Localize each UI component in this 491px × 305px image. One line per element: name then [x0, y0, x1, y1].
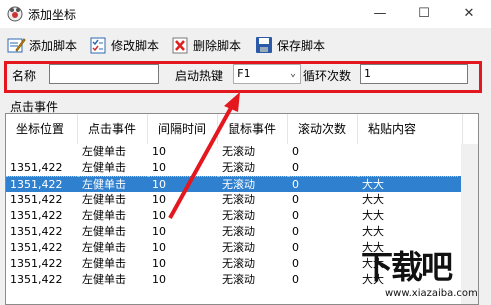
delete-icon	[172, 37, 188, 54]
watermark-url: www.xiazaiba.com	[385, 288, 478, 299]
table-cell: 1351,422	[10, 257, 63, 270]
table-cell: 10	[152, 145, 166, 158]
table-cell: 无滚动	[222, 273, 255, 286]
app-icon	[7, 6, 23, 22]
checklist-icon	[90, 37, 106, 54]
table-cell: 10	[152, 257, 166, 270]
table-cell: 10	[152, 161, 166, 174]
maximize-button[interactable]: ☐	[402, 0, 446, 28]
table-cell: 0	[292, 161, 299, 174]
table-cell: 1351,422	[10, 225, 63, 238]
watermark-brand: 下载吧	[361, 248, 453, 286]
table-row[interactable]: 1351,422 左健单击 10 无滚动 0 大大	[6, 192, 478, 208]
close-button[interactable]: ✕	[447, 0, 491, 28]
table-cell: 无滚动	[222, 225, 255, 238]
window-title: 添加坐标	[28, 8, 77, 22]
table-cell: 0	[292, 225, 299, 238]
table-cell: 左健单击	[82, 161, 126, 174]
table-cell: 10	[152, 273, 166, 286]
table-cell: 左健单击	[82, 193, 126, 206]
table-cell: 无滚动	[222, 161, 255, 174]
minimize-button[interactable]: —	[358, 0, 402, 28]
table-cell: 无滚动	[222, 209, 255, 222]
highlight-box	[4, 61, 482, 93]
table-cell: 大大	[362, 193, 384, 206]
table-cell	[358, 160, 458, 176]
table-cell: 0	[292, 145, 299, 158]
column-header[interactable]: 鼠标事件	[218, 114, 288, 144]
table-cell: 无滚动	[222, 241, 255, 254]
table-cell: 大大	[362, 225, 384, 238]
table-cell: 10	[152, 225, 166, 238]
table-cell: 1351,422	[10, 209, 63, 222]
table-row[interactable]: 1351,422 左健单击 10 无滚动 0 大大	[6, 208, 478, 224]
table-cell: 1351,422	[6, 176, 78, 192]
watermark-logo: 下载吧 www.xiazaiba.com	[355, 240, 491, 305]
table-cell: 左健单击	[78, 176, 148, 192]
table-cell: 0	[292, 193, 299, 206]
table-cell: 左健单击	[82, 225, 126, 238]
table-cell: 0	[292, 241, 299, 254]
table-cell: 10	[152, 193, 166, 206]
table-cell: 10	[152, 241, 166, 254]
table-cell: 左健单击	[82, 257, 126, 270]
table-cell: 左健单击	[82, 273, 126, 286]
table-cell: 大大	[358, 176, 458, 192]
column-header[interactable]: 点击事件	[78, 114, 148, 144]
save-script-button[interactable]: 保存脚本	[254, 34, 325, 56]
table-cell: 10	[152, 209, 166, 222]
table-cell: 1351,422	[10, 161, 63, 174]
table-cell: 无滚动	[222, 257, 255, 270]
add-script-button[interactable]: 添加脚本	[6, 34, 77, 56]
table-cell	[358, 144, 458, 160]
table-cell: 0	[292, 273, 299, 286]
save-script-label: 保存脚本	[277, 38, 326, 53]
table-cell: 0	[292, 257, 299, 270]
table-cell	[6, 144, 78, 160]
table-cell: 无滚动	[218, 176, 288, 192]
table-cell: 1351,422	[10, 241, 63, 254]
table-cell: 1351,422	[10, 273, 63, 286]
table-cell: 左健单击	[82, 145, 126, 158]
table-header: 坐标位置 点击事件 间隔时间 鼠标事件 滚动次数 粘贴内容	[6, 114, 478, 144]
table-cell: 0	[288, 176, 358, 192]
column-header[interactable]: 间隔时间	[148, 114, 218, 144]
toolbar: 添加脚本 修改脚本 删除脚本 保存脚本	[0, 30, 491, 58]
table-cell: 0	[292, 209, 299, 222]
delete-script-label: 删除脚本	[193, 38, 242, 53]
table-cell: 无滚动	[222, 145, 255, 158]
table-row[interactable]: 左健单击 10 无滚动 0	[6, 144, 478, 160]
delete-script-button[interactable]: 删除脚本	[170, 34, 241, 56]
edit-script-button[interactable]: 修改脚本	[88, 34, 159, 56]
pencil-icon	[7, 38, 26, 53]
table-cell: 左健单击	[82, 241, 126, 254]
table-cell: 1351,422	[10, 193, 63, 206]
table-cell: 左健单击	[82, 209, 126, 222]
table-row[interactable]: 1351,422 左健单击 10 无滚动 0	[6, 160, 478, 176]
table-cell: 大大	[362, 209, 384, 222]
table-row[interactable]: 1351,422 左健单击 10 无滚动 0 大大	[6, 224, 478, 240]
table-cell: 无滚动	[222, 193, 255, 206]
save-icon	[256, 37, 272, 53]
table-cell: 10	[148, 176, 218, 192]
column-header[interactable]: 滚动次数	[288, 114, 358, 144]
column-header[interactable]: 坐标位置	[6, 114, 78, 144]
table-row[interactable]: 1351,422 左健单击 10 无滚动 0 大大	[6, 176, 478, 192]
title-bar: 添加坐标 — ☐ ✕	[0, 0, 491, 28]
add-script-label: 添加脚本	[29, 38, 78, 53]
edit-script-label: 修改脚本	[111, 38, 160, 53]
column-header[interactable]: 粘贴内容	[358, 114, 463, 144]
